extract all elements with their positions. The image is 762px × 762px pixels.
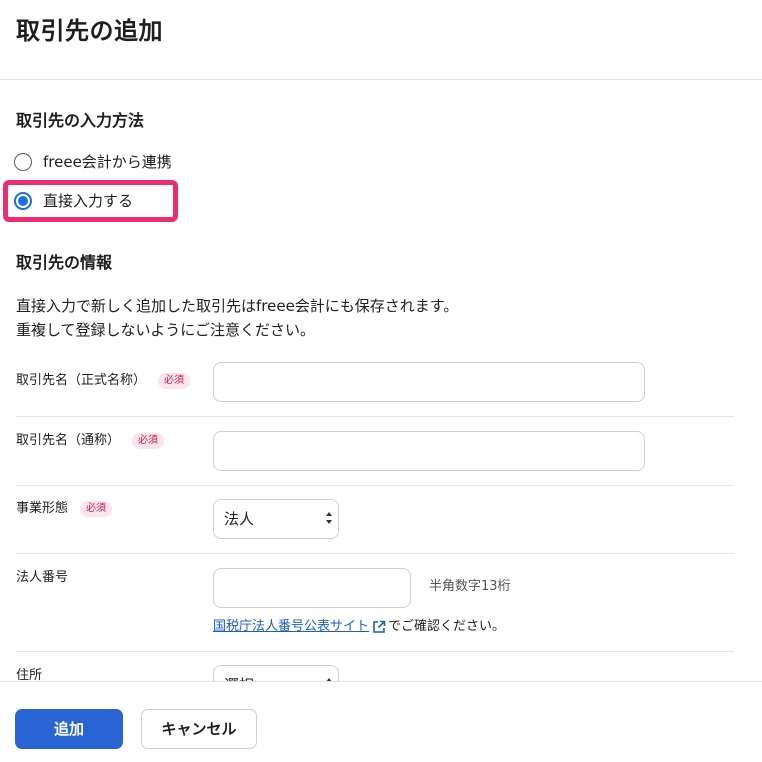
business-type-value: 法人 [224, 510, 255, 528]
footer-actions: 追加 キャンセル [0, 681, 762, 762]
corporate-number-link-suffix: でご確認ください。 [388, 619, 506, 634]
radio-option-freee[interactable]: freee会計から連携 [14, 149, 172, 175]
official-name-label: 取引先名（正式名称） 必須 [16, 372, 191, 390]
common-name-input[interactable] [213, 431, 645, 471]
official-name-label-text: 取引先名（正式名称） [16, 373, 147, 388]
business-type-label: 事業形態 必須 [16, 500, 113, 518]
select-arrows-icon [326, 512, 332, 526]
info-description-line2: 重複して登録しないようにご注意ください。 [16, 321, 315, 339]
corporate-number-hint: 半角数字13桁 [429, 579, 511, 594]
add-button[interactable]: 追加 [15, 709, 123, 749]
radio-freee-label: freee会計から連携 [43, 153, 172, 171]
info-description-line1: 直接入力で新しく追加した取引先はfreee会計にも保存されます。 [16, 297, 459, 315]
info-heading: 取引先の情報 [16, 253, 113, 272]
common-name-label-text: 取引先名（通称） [16, 433, 121, 448]
external-link-icon[interactable] [372, 620, 386, 634]
common-name-label: 取引先名（通称） 必須 [16, 432, 165, 450]
required-badge: 必須 [158, 373, 191, 389]
corporate-number-input[interactable] [213, 568, 411, 608]
corporate-number-label-text: 法人番号 [16, 570, 69, 585]
business-type-row: 事業形態 必須 法人 [16, 486, 734, 554]
page-header: 取引先の追加 [0, 0, 762, 80]
form-content[interactable]: 取引先の入力方法 freee会計から連携 直接入力する 取引先の情報 直接入力で… [0, 81, 762, 681]
required-badge: 必須 [80, 501, 113, 517]
corporate-number-row: 法人番号 半角数字13桁 国税庁法人番号公表サイト でご確認ください。 [16, 554, 734, 652]
info-description: 直接入力で新しく追加した取引先はfreee会計にも保存されます。 重複して登録し… [16, 294, 458, 342]
radio-direct-label: 直接入力する [43, 192, 134, 210]
radio-option-direct[interactable]: 直接入力する [14, 188, 133, 214]
required-badge: 必須 [132, 433, 165, 449]
radio-freee[interactable] [14, 153, 32, 171]
cancel-button[interactable]: キャンセル [141, 709, 257, 749]
radio-direct[interactable] [14, 192, 32, 210]
input-method-heading: 取引先の入力方法 [16, 111, 145, 130]
address-select[interactable]: 選択 [213, 665, 339, 681]
common-name-row: 取引先名（通称） 必須 [16, 417, 734, 486]
page-title: 取引先の追加 [16, 17, 163, 45]
nta-corporate-number-link[interactable]: 国税庁法人番号公表サイト [213, 618, 369, 636]
address-label: 住所 [16, 667, 42, 681]
official-name-input[interactable] [213, 362, 645, 402]
official-name-row: 取引先名（正式名称） 必須 [16, 352, 734, 417]
corporate-number-link-line: 国税庁法人番号公表サイト でご確認ください。 [213, 618, 505, 636]
business-type-label-text: 事業形態 [16, 501, 69, 516]
address-row: 住所 選択 [16, 652, 734, 681]
address-label-text: 住所 [16, 668, 43, 681]
business-type-select[interactable]: 法人 [213, 499, 339, 539]
corporate-number-label: 法人番号 [16, 569, 68, 587]
